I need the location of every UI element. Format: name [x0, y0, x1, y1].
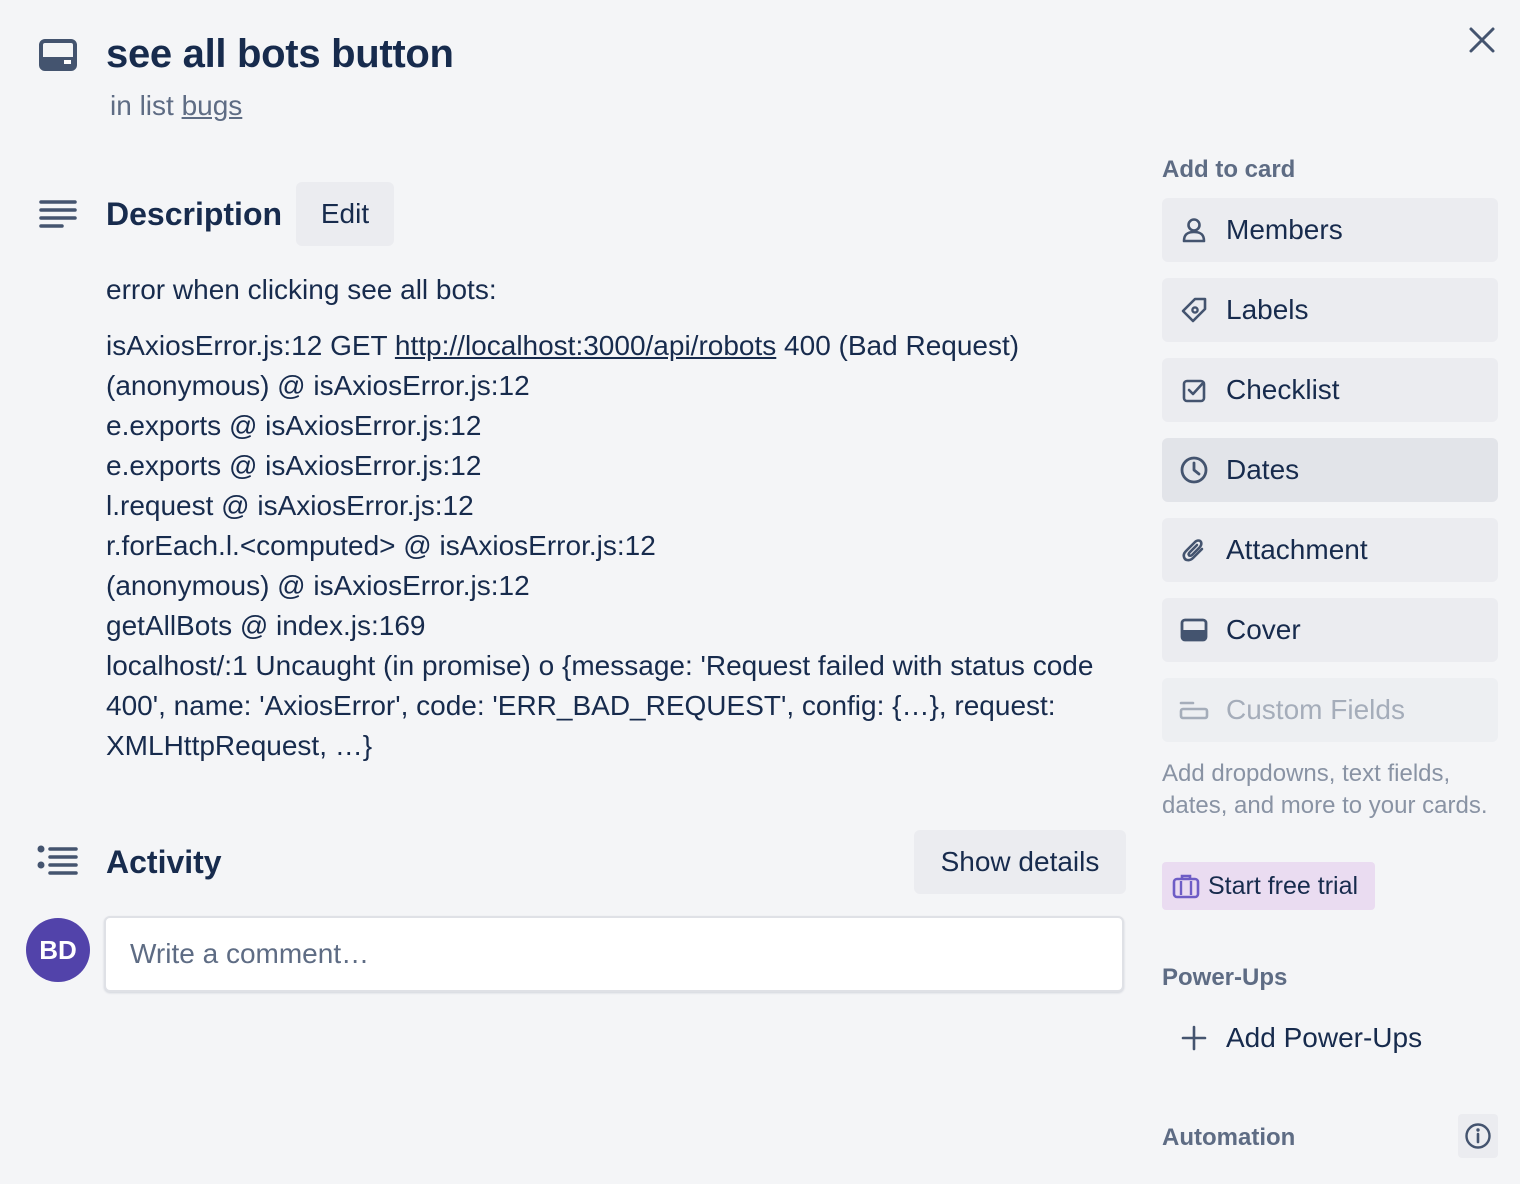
description-line: (anonymous) @ isAxiosError.js:12	[106, 370, 530, 401]
clock-icon	[1162, 455, 1226, 485]
card-icon	[38, 38, 78, 72]
custom-fields-note: Add dropdowns, text fields, dates, and m…	[1162, 760, 1488, 819]
add-power-ups-label: Add Power-Ups	[1226, 1022, 1423, 1053]
card-title: see all bots button	[106, 32, 454, 76]
description-heading: Description	[106, 196, 283, 232]
labels-button[interactable]: Labels	[1162, 278, 1498, 342]
list-reference: in list bugs	[110, 90, 242, 122]
edit-description-button[interactable]: Edit	[296, 182, 394, 246]
description-icon	[38, 198, 78, 232]
description-intro: error when clicking see all bots:	[106, 274, 497, 305]
activity-icon	[36, 844, 80, 880]
comment-input[interactable]	[104, 916, 1124, 992]
description-line: isAxiosError.js:12 GET http://localhost:…	[106, 330, 1020, 361]
start-free-trial-button[interactable]: Start free trial	[1162, 862, 1375, 910]
info-icon	[1465, 1123, 1491, 1149]
description-line: l.request @ isAxiosError.js:12	[106, 490, 474, 521]
person-icon	[1162, 216, 1226, 244]
cover-label: Cover	[1226, 614, 1301, 645]
custom-fields-button: Custom Fields	[1162, 678, 1498, 742]
description-url-link[interactable]: http://localhost:3000/api/robots	[395, 330, 776, 361]
custom-fields-icon	[1162, 699, 1226, 721]
close-icon	[1469, 27, 1495, 53]
power-ups-heading: Power-Ups	[1162, 964, 1288, 991]
show-details-button[interactable]: Show details	[914, 830, 1126, 894]
checkbox-icon	[1162, 376, 1226, 404]
briefcase-icon	[1172, 873, 1200, 899]
paperclip-icon	[1162, 536, 1226, 564]
plus-icon	[1162, 1025, 1226, 1051]
attachment-button[interactable]: Attachment	[1162, 518, 1498, 582]
add-to-card-heading: Add to card	[1162, 156, 1296, 183]
members-button[interactable]: Members	[1162, 198, 1498, 262]
checklist-button[interactable]: Checklist	[1162, 358, 1498, 422]
description-line: e.exports @ isAxiosError.js:12	[106, 410, 482, 441]
description-line: e.exports @ isAxiosError.js:12	[106, 450, 482, 481]
attachment-label: Attachment	[1226, 534, 1368, 565]
start-free-trial-label: Start free trial	[1208, 871, 1359, 900]
dates-button[interactable]: Dates	[1162, 438, 1498, 502]
checklist-label: Checklist	[1226, 374, 1340, 405]
list-prefix: in list	[110, 90, 174, 121]
description-error-block: localhost/:1 Uncaught (in promise) o {me…	[106, 650, 1094, 761]
add-power-ups-button[interactable]: Add Power-Ups	[1162, 1008, 1498, 1068]
members-label: Members	[1226, 214, 1343, 245]
close-button[interactable]	[1460, 18, 1504, 62]
dates-label: Dates	[1226, 454, 1300, 485]
custom-fields-label: Custom Fields	[1226, 694, 1405, 725]
cover-button[interactable]: Cover	[1162, 598, 1498, 662]
avatar[interactable]: BD	[26, 918, 90, 982]
description-body[interactable]: error when clicking see all bots: isAxio…	[106, 270, 1106, 766]
automation-heading: Automation	[1162, 1124, 1296, 1151]
automation-info-button[interactable]	[1458, 1114, 1498, 1158]
description-line: getAllBots @ index.js:169	[106, 610, 426, 641]
labels-label: Labels	[1226, 294, 1309, 325]
cover-icon	[1162, 618, 1226, 642]
activity-heading: Activity	[106, 844, 222, 880]
description-line: r.forEach.l.<computed> @ isAxiosError.js…	[106, 530, 656, 561]
list-link[interactable]: bugs	[182, 90, 243, 121]
description-line: (anonymous) @ isAxiosError.js:12	[106, 570, 530, 601]
tag-icon	[1162, 296, 1226, 324]
